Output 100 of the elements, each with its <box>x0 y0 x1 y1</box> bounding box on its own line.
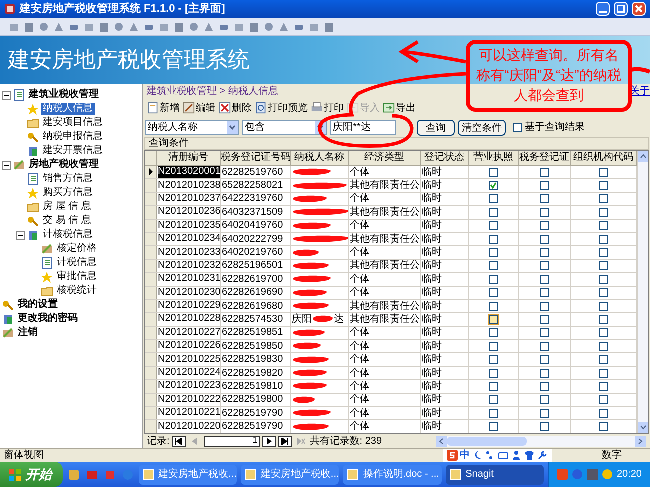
toolbar-icon[interactable] <box>23 20 35 32</box>
checkbox[interactable] <box>599 422 608 432</box>
checkbox[interactable] <box>540 395 549 404</box>
column-header[interactable]: 经济类型 <box>349 151 421 165</box>
scroll-right-icon[interactable] <box>635 436 646 446</box>
toolbar-button[interactable]: 打印预览 <box>255 99 308 117</box>
checkbox[interactable] <box>489 355 498 364</box>
row-selector[interactable] <box>145 166 157 178</box>
column-header[interactable]: 登记状态 <box>421 151 469 165</box>
checkbox[interactable] <box>489 274 498 284</box>
tree-item[interactable]: 销售方信息 <box>41 173 95 185</box>
close-button[interactable] <box>632 2 646 16</box>
checkbox[interactable] <box>540 355 549 364</box>
checkbox[interactable] <box>599 395 608 404</box>
checkbox[interactable] <box>540 274 549 284</box>
checkbox[interactable] <box>599 261 608 270</box>
checkbox[interactable] <box>540 408 549 418</box>
checkbox[interactable] <box>599 234 608 244</box>
checkbox[interactable] <box>489 248 498 258</box>
checkbox[interactable] <box>540 248 549 258</box>
record-number-field[interactable]: 1 <box>204 436 260 446</box>
checkbox[interactable] <box>540 328 549 338</box>
tree-item[interactable]: 交 易 信 息 <box>41 215 94 227</box>
checkbox[interactable] <box>489 208 498 217</box>
minimize-button[interactable] <box>596 2 610 16</box>
checkbox[interactable] <box>599 181 608 190</box>
column-header[interactable]: 纳税人名称 <box>291 151 349 165</box>
tree-item[interactable]: 购买方信息 <box>41 187 95 199</box>
checkbox[interactable] <box>540 234 549 244</box>
checkbox[interactable] <box>489 314 498 324</box>
last-record-button[interactable] <box>278 436 292 446</box>
checkbox[interactable] <box>489 288 498 298</box>
toolbar-button[interactable]: 编辑 <box>183 99 216 117</box>
toolbar-icon[interactable] <box>248 20 260 32</box>
toolbar-button[interactable]: 删除 <box>219 99 252 117</box>
tree-item[interactable]: 核定价格 <box>55 243 99 255</box>
scroll-thumb[interactable] <box>447 436 527 446</box>
checkbox[interactable] <box>599 274 608 284</box>
tree-item[interactable]: 计核税信息 <box>41 229 95 241</box>
checkbox[interactable] <box>599 248 608 258</box>
tree-item[interactable]: 注销 <box>16 327 40 339</box>
checkbox[interactable] <box>540 221 549 230</box>
checkbox[interactable] <box>540 194 549 204</box>
checkbox[interactable] <box>489 234 498 244</box>
tree-item[interactable]: 审批信息 <box>55 271 99 283</box>
toolbar-button[interactable]: 打印 <box>311 99 344 117</box>
ime-logo-icon[interactable] <box>447 450 458 461</box>
tree-item[interactable]: 房地产税收管理 <box>27 159 101 171</box>
checkbox[interactable] <box>540 368 549 378</box>
checkbox[interactable] <box>599 368 608 378</box>
column-header[interactable]: 营业执照 <box>469 151 519 165</box>
checkbox[interactable] <box>540 314 549 324</box>
tree-item[interactable]: 我的设置 <box>16 299 60 311</box>
checkbox[interactable] <box>489 302 498 311</box>
checkbox[interactable] <box>599 302 608 311</box>
checkbox[interactable] <box>489 221 498 230</box>
quick-launch-icon[interactable] <box>66 468 81 482</box>
checkbox[interactable] <box>540 288 549 298</box>
checkbox[interactable] <box>489 261 498 270</box>
toolbar-icon[interactable] <box>98 20 110 32</box>
tree-item[interactable]: 计税信息 <box>55 257 99 269</box>
collapse-icon[interactable] <box>16 230 25 240</box>
wrench-icon[interactable] <box>537 450 548 461</box>
checkbox[interactable] <box>599 194 608 204</box>
scroll-up-icon[interactable] <box>638 151 648 162</box>
checkbox[interactable] <box>513 123 522 132</box>
tree-item[interactable]: 房 屋 信 息 <box>41 201 94 213</box>
checkbox[interactable] <box>599 288 608 298</box>
person-icon[interactable] <box>511 450 522 461</box>
checkbox[interactable] <box>599 208 608 217</box>
checkbox[interactable] <box>540 181 549 190</box>
tree-item[interactable]: 更改我的密码 <box>16 313 80 325</box>
tree-item[interactable]: 建安项目信息 <box>41 117 105 129</box>
shirt-icon[interactable] <box>524 450 535 461</box>
next-record-button[interactable] <box>262 436 276 446</box>
toolbar-button[interactable]: 导出 <box>383 99 416 117</box>
taskbar-button[interactable]: 建安房地产税收... <box>240 464 340 484</box>
checkbox[interactable] <box>599 221 608 230</box>
tree-item[interactable]: 建筑业税收管理 <box>27 89 101 101</box>
taskbar-button[interactable]: Snagit <box>446 464 544 484</box>
restore-button[interactable] <box>614 2 628 16</box>
checkbox[interactable] <box>599 382 608 391</box>
checkbox[interactable] <box>489 168 498 177</box>
toolbar-icon[interactable] <box>323 20 335 32</box>
collapse-icon[interactable] <box>2 90 11 100</box>
checkbox[interactable] <box>599 342 608 351</box>
checkbox[interactable] <box>599 355 608 364</box>
checkbox[interactable] <box>489 408 498 418</box>
vertical-scrollbar[interactable] <box>637 151 648 433</box>
tree-item[interactable]: 纳税申报信息 <box>41 131 105 143</box>
checkbox[interactable] <box>599 168 608 177</box>
tree-item[interactable]: 纳税人信息 <box>41 103 95 115</box>
checkbox[interactable] <box>599 408 608 418</box>
keyboard-icon[interactable] <box>498 450 509 461</box>
horizontal-scrollbar[interactable] <box>436 436 646 446</box>
checkbox[interactable] <box>489 181 498 190</box>
checkbox[interactable] <box>599 328 608 338</box>
checkbox[interactable] <box>489 328 498 338</box>
checkbox[interactable] <box>489 395 498 404</box>
tree-item[interactable]: 建安开票信息 <box>41 145 105 157</box>
